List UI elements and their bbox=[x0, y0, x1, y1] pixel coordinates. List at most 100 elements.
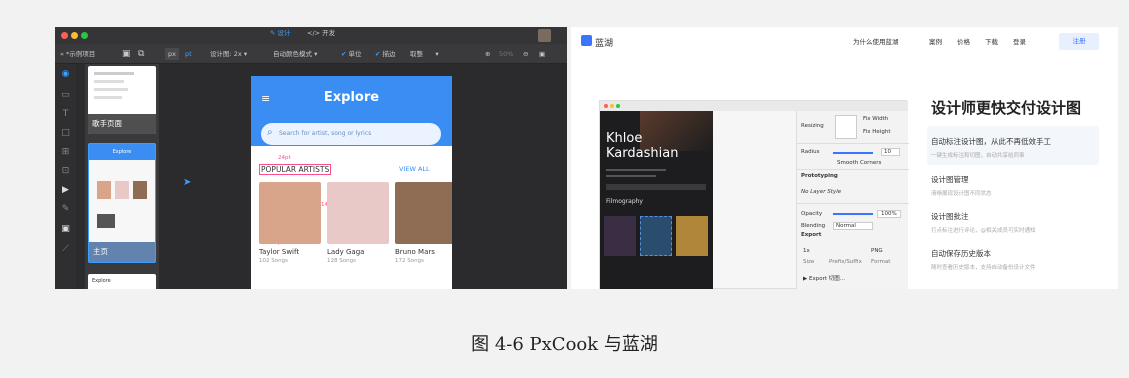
artboard-list: 歌手页面 Explore 主页 Explore bbox=[85, 64, 159, 289]
feature-title: 自动标注设计图，从此不再低效手工 bbox=[931, 137, 1051, 146]
thumb-caption: 主页 bbox=[89, 242, 155, 262]
frame-icon[interactable]: ⊡ bbox=[60, 166, 71, 177]
grid-icon[interactable]: ⊞ bbox=[60, 147, 71, 158]
feature-sub: 清晰展现设计图不同状态 bbox=[931, 191, 992, 197]
artboard-thumb-explore[interactable]: Explore bbox=[88, 274, 156, 289]
nav-why[interactable]: 为什么使用蓝湖 bbox=[853, 36, 899, 46]
thumb-caption: 歌手页面 bbox=[88, 114, 156, 134]
artist-name: Lady Gaga bbox=[327, 248, 365, 256]
prefix-caption: Prefix/Suffix bbox=[829, 259, 862, 265]
measure-top: 24pt bbox=[278, 155, 291, 161]
panel-toggle-icon[interactable]: ▣ bbox=[539, 44, 545, 64]
export-heading: Export bbox=[801, 232, 822, 238]
sketch-titlebar bbox=[600, 101, 908, 111]
unit-pt-toggle[interactable]: pt bbox=[185, 44, 192, 64]
save-icon[interactable]: ▣ bbox=[122, 44, 131, 64]
zoom-in-icon[interactable]: ⊕ bbox=[485, 44, 490, 64]
opacity-input: 100% bbox=[877, 210, 901, 218]
blending-label: Blending bbox=[801, 223, 826, 229]
export-format: PNG bbox=[871, 248, 883, 254]
export-icon[interactable]: ⧉ bbox=[138, 44, 144, 64]
artist-name: Taylor Swift bbox=[259, 248, 300, 256]
nav-download[interactable]: 下载 bbox=[985, 36, 998, 46]
prototyping-heading: Prototyping bbox=[801, 173, 838, 179]
color-mode-select[interactable]: 自动颜色模式 ▾ bbox=[273, 44, 317, 64]
bulb-icon[interactable]: ◉ bbox=[60, 69, 71, 80]
top-nav: 蓝湖 为什么使用蓝湖 案例 价格 下载 登录 注册 bbox=[571, 27, 1118, 57]
artist-last-name: Kardashian bbox=[606, 146, 679, 161]
artist-photo bbox=[259, 182, 321, 244]
tab-dev[interactable]: </> 开发 bbox=[307, 27, 335, 42]
artboard-thumb-singer[interactable]: 歌手页面 bbox=[88, 66, 156, 134]
nav-pricing[interactable]: 价格 bbox=[957, 36, 970, 46]
design-scale-select[interactable]: 设计图: 2x ▾ bbox=[210, 44, 247, 64]
close-dot[interactable] bbox=[61, 32, 68, 39]
project-breadcrumb[interactable]: « *示例项目 bbox=[60, 44, 95, 64]
radius-input: 10 bbox=[881, 148, 900, 156]
stroke-checkbox[interactable]: ✔ 描边 bbox=[375, 44, 396, 64]
toolbar: « *示例项目 ▣ ⧉ px pt 设计图: 2x ▾ 自动颜色模式 ▾ ✔ 单… bbox=[55, 44, 567, 64]
text-icon[interactable]: T bbox=[60, 109, 71, 120]
figure-caption: 图 4-6 PxCook 与蓝湖 bbox=[471, 334, 658, 355]
feature-title: 自动保存历史版本 bbox=[931, 249, 991, 258]
thumb-header: Explore bbox=[89, 144, 155, 160]
lanhu-headline: 设计师更快交付设计图 bbox=[931, 99, 1082, 117]
artist-song-count: 102 Songs bbox=[259, 258, 288, 264]
cursor-icon: ➤ bbox=[183, 177, 192, 188]
zoom-out-icon[interactable]: ⊖ bbox=[523, 44, 528, 64]
lanhu-page: 蓝湖 为什么使用蓝湖 案例 价格 下载 登录 注册 Khloe Kardashi… bbox=[571, 27, 1118, 289]
size-caption: Size bbox=[803, 259, 815, 265]
feature-sub: 随时查看历史版本，支持自动备份设计文件 bbox=[931, 265, 1036, 271]
search-input: Search for artist, song or lyrics bbox=[261, 123, 441, 145]
lanhu-logo-icon bbox=[581, 35, 592, 46]
radius-label: Radius bbox=[801, 149, 820, 155]
dropper-icon[interactable]: ⟋ bbox=[60, 244, 71, 255]
fix-width-label: Fix Width bbox=[863, 116, 889, 122]
rect-icon[interactable]: □ bbox=[60, 128, 71, 139]
export-button: ▶ Export 切图... bbox=[803, 276, 845, 282]
sketch-screenshot: Khloe Kardashian Filmography Resizing Fi… bbox=[599, 100, 909, 289]
explore-title: Explore bbox=[323, 90, 380, 105]
search-icon: ⌕ bbox=[267, 127, 273, 138]
sketch-artboard: Khloe Kardashian Filmography bbox=[600, 111, 713, 289]
smooth-corners-label: Smooth Corners bbox=[837, 160, 882, 166]
fix-height-label: Fix Height bbox=[863, 129, 891, 135]
view-all-link: VIEW ALL bbox=[399, 165, 430, 173]
pen-icon[interactable]: ✎ bbox=[60, 204, 71, 215]
avatar[interactable] bbox=[538, 29, 551, 42]
popular-artists-heading: POPULAR ARTISTS bbox=[259, 164, 332, 175]
minimize-dot[interactable] bbox=[71, 32, 78, 39]
image-icon[interactable]: ▣ bbox=[60, 224, 71, 235]
artist-photo bbox=[327, 182, 389, 244]
nav-cases[interactable]: 案例 bbox=[929, 36, 942, 46]
format-caption: Format bbox=[871, 259, 891, 265]
artboard-thumb-home[interactable]: Explore 主页 bbox=[88, 143, 156, 263]
layer-style-select: No Layer Style bbox=[801, 189, 842, 195]
register-button[interactable]: 注册 bbox=[1059, 33, 1099, 50]
pointer-icon[interactable]: ▶ bbox=[60, 185, 71, 196]
nav-login[interactable]: 登录 bbox=[1013, 36, 1026, 46]
round-select[interactable]: 取整 ▾ bbox=[410, 44, 439, 64]
maximize-dot[interactable] bbox=[81, 32, 88, 39]
thumb-label: Explore bbox=[92, 278, 111, 284]
pxcook-window: ✎ 设计 </> 开发 « *示例项目 ▣ ⧉ px pt 设计图: 2x ▾ … bbox=[55, 27, 567, 289]
ruler-icon[interactable]: ▭ bbox=[60, 90, 71, 101]
artist-name: Bruno Mars bbox=[395, 248, 435, 256]
unit-px-toggle[interactable]: px bbox=[165, 48, 179, 60]
feature-title: 设计图管理 bbox=[931, 175, 969, 184]
zoom-level: 50% bbox=[499, 50, 514, 58]
sketch-inspector: Resizing Fix Width Fix Height Radius 10 … bbox=[796, 111, 909, 289]
blending-select: Normal bbox=[833, 222, 873, 230]
artist-song-count: 128 Songs bbox=[327, 258, 356, 264]
feature-title: 设计图批注 bbox=[931, 212, 969, 221]
opacity-label: Opacity bbox=[801, 211, 823, 217]
artist-photo bbox=[395, 182, 452, 244]
feature-sub: 打点标注进行评论，@相关成员可实时通知 bbox=[931, 228, 1036, 234]
tab-design[interactable]: ✎ 设计 bbox=[270, 27, 291, 42]
feature-sub: 一键生成标注和切图，自动共享给同事 bbox=[931, 153, 1025, 159]
explore-artboard[interactable]: ≡ Explore Search for artist, song or lyr… bbox=[251, 76, 452, 289]
resizing-label: Resizing bbox=[801, 123, 824, 129]
export-size: 1x bbox=[803, 248, 810, 254]
unit-checkbox[interactable]: ✔ 单位 bbox=[341, 44, 362, 64]
lanhu-logo[interactable]: 蓝湖 bbox=[595, 36, 613, 49]
